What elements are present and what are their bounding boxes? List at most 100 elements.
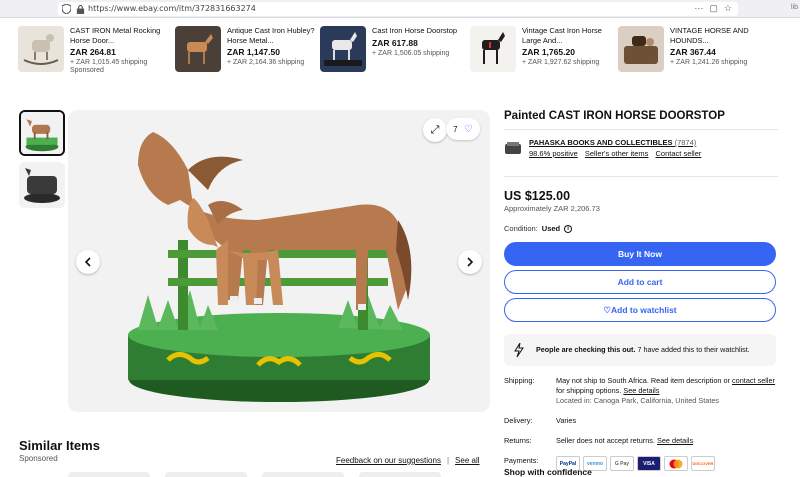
- buy-it-now-button[interactable]: Buy It Now: [504, 242, 776, 266]
- returns-text: Seller does not accept returns.: [556, 436, 657, 445]
- sponsored-label: Sponsored: [70, 67, 104, 74]
- condition-value: Used: [541, 224, 561, 233]
- carousel-item-title[interactable]: Vintage Cast Iron Horse Large And...: [522, 26, 618, 45]
- add-to-cart-button[interactable]: Add to cart: [504, 270, 776, 294]
- address-bar[interactable]: https://www.ebay.com/itm/372831663274 ··…: [58, 2, 738, 16]
- prev-image-button[interactable]: [76, 250, 100, 274]
- carousel-item-title[interactable]: CAST IRON Metal Rocking Horse Door...: [70, 26, 166, 45]
- seller-info: PAHASKA BOOKS AND COLLECTIBLES (7874) 98…: [504, 137, 778, 169]
- condition-label: Condition:: [504, 224, 538, 233]
- watchers-notice: People are checking this out. 7 have add…: [504, 334, 776, 366]
- link-separator: |: [446, 456, 450, 465]
- contact-seller-shipping-link[interactable]: contact seller: [732, 376, 775, 385]
- carousel-item[interactable]: Antique Cast Iron Hubley? Horse Metal...…: [175, 24, 325, 96]
- carousel-item-price: ZAR 264.81: [70, 47, 116, 57]
- lock-icon[interactable]: [76, 4, 85, 14]
- divider: [504, 176, 778, 177]
- visa-icon: VISA: [637, 456, 661, 471]
- feedback-link[interactable]: Feedback on our suggestions: [336, 456, 441, 465]
- doorstop-image: [68, 110, 490, 412]
- chevron-left-icon: [84, 257, 91, 267]
- returns-label: Returns:: [504, 436, 532, 445]
- product-thumbnail[interactable]: [470, 26, 516, 72]
- thumbnail-list: [19, 110, 65, 214]
- thumbnail-2[interactable]: [19, 162, 65, 208]
- delivery-row: Delivery: Varies: [504, 416, 778, 426]
- similar-items-heading: Similar Items: [19, 438, 100, 453]
- toolbar-library-label[interactable]: lib: [791, 4, 798, 11]
- carousel-item[interactable]: Vintage Cast Iron Horse Large And... ZAR…: [470, 24, 620, 96]
- seller-name-link[interactable]: PAHASKA BOOKS AND COLLECTIBLES (7874): [529, 138, 696, 147]
- add-to-watchlist-button[interactable]: ♡ Add to watchlist: [504, 298, 776, 322]
- carousel-item[interactable]: CAST IRON Metal Rocking Horse Door... ZA…: [18, 24, 168, 96]
- sponsored-carousel: CAST IRON Metal Rocking Horse Door... ZA…: [18, 24, 800, 96]
- returns-see-details-link[interactable]: See details: [657, 436, 693, 445]
- add-to-watchlist-label: Add to watchlist: [610, 305, 677, 315]
- seller-store-icon[interactable]: [504, 141, 522, 155]
- payments-label: Payments:: [504, 456, 539, 465]
- item-details-panel: Painted CAST IRON HORSE DOORSTOP PAHASKA…: [504, 110, 778, 471]
- see-all-link[interactable]: See all: [455, 456, 479, 465]
- seller-feedback-count: (7874): [674, 138, 697, 147]
- notice-bold-text: People are checking this out.: [536, 345, 636, 354]
- main-product-image[interactable]: ⤢ 7 ♡: [68, 110, 490, 412]
- product-thumbnail[interactable]: [618, 26, 664, 72]
- shield-icon[interactable]: [62, 4, 71, 14]
- shipping-label: Shipping:: [504, 376, 535, 385]
- similar-items-links: Feedback on our suggestions | See all: [336, 456, 480, 465]
- pocket-icon[interactable]: ▢: [709, 3, 718, 14]
- seller-other-items-link[interactable]: Seller's other items: [585, 149, 649, 158]
- shipping-text: May not ship to South Africa. Read item …: [556, 376, 733, 385]
- condition-row: Condition: Used i: [504, 224, 778, 233]
- carousel-item-shipping: + ZAR 1,927.62 shipping: [522, 59, 600, 66]
- mastercard-icon: [664, 456, 688, 471]
- watch-count: 7: [453, 124, 458, 134]
- bookmark-star-icon[interactable]: ☆: [724, 3, 732, 14]
- discover-icon: DISCOVER: [691, 456, 715, 471]
- carousel-item[interactable]: VINTAGE HORSE AND HOUNDS... ZAR 367.44 +…: [618, 24, 768, 96]
- carousel-item-price: ZAR 1,147.50: [227, 47, 280, 57]
- shipping-text-2: for shipping options.: [556, 386, 624, 395]
- similar-items-row: [68, 472, 490, 477]
- watch-pill[interactable]: 7 ♡: [446, 118, 480, 140]
- carousel-item-shipping: + ZAR 1,015.45 shipping: [70, 59, 148, 66]
- carousel-item-shipping: + ZAR 1,241.26 shipping: [670, 59, 748, 66]
- shipping-see-details-link[interactable]: See details: [623, 386, 659, 395]
- delivery-label: Delivery:: [504, 416, 533, 425]
- browser-toolbar: https://www.ebay.com/itm/372831663274 ··…: [0, 0, 800, 18]
- similar-item-card[interactable]: [165, 472, 247, 477]
- similar-item-card[interactable]: [68, 472, 150, 477]
- thumbnail-1[interactable]: [19, 110, 65, 156]
- next-image-button[interactable]: [458, 250, 482, 274]
- carousel-item[interactable]: Cast Iron Horse Doorstop ZAR 617.88 + ZA…: [320, 24, 470, 96]
- heart-icon: ♡: [603, 304, 611, 315]
- heart-icon[interactable]: ♡: [464, 124, 473, 135]
- shop-with-confidence-heading: Shop with confidence: [504, 467, 592, 477]
- chevron-right-icon: [467, 257, 474, 267]
- carousel-item-price: ZAR 617.88: [372, 37, 418, 48]
- delivery-value: Varies: [556, 416, 577, 425]
- lightning-icon: [514, 343, 524, 357]
- item-location: Located in: Canoga Park, California, Uni…: [556, 396, 720, 405]
- seller-positive-link[interactable]: 98.6% positive: [529, 149, 578, 158]
- carousel-item-shipping: + ZAR 2,164.36 shipping: [227, 59, 305, 66]
- product-thumbnail[interactable]: [320, 26, 366, 72]
- contact-seller-link[interactable]: Contact seller: [656, 149, 702, 158]
- seller-name[interactable]: PAHASKA BOOKS AND COLLECTIBLES: [529, 138, 672, 147]
- more-options-icon[interactable]: ···: [694, 3, 703, 14]
- carousel-item-price: ZAR 1,765.20: [522, 47, 575, 57]
- divider: [504, 129, 778, 130]
- url-text: https://www.ebay.com/itm/372831663274: [88, 4, 256, 13]
- notice-text: 7 have added this to their watchlist.: [635, 345, 750, 354]
- similar-items-sponsored: Sponsored: [19, 454, 58, 463]
- similar-item-card[interactable]: [262, 472, 344, 477]
- similar-item-card[interactable]: [359, 472, 441, 477]
- carousel-item-title[interactable]: Cast Iron Horse Doorstop: [372, 26, 468, 36]
- product-thumbnail[interactable]: [175, 26, 221, 72]
- info-icon[interactable]: i: [564, 224, 573, 233]
- carousel-item-title[interactable]: Antique Cast Iron Hubley? Horse Metal...: [227, 26, 323, 45]
- carousel-item-shipping: + ZAR 1,506.05 shipping: [372, 49, 450, 57]
- expand-icon[interactable]: ⤢: [423, 118, 447, 142]
- carousel-item-title[interactable]: VINTAGE HORSE AND HOUNDS...: [670, 26, 766, 45]
- product-thumbnail[interactable]: [18, 26, 64, 72]
